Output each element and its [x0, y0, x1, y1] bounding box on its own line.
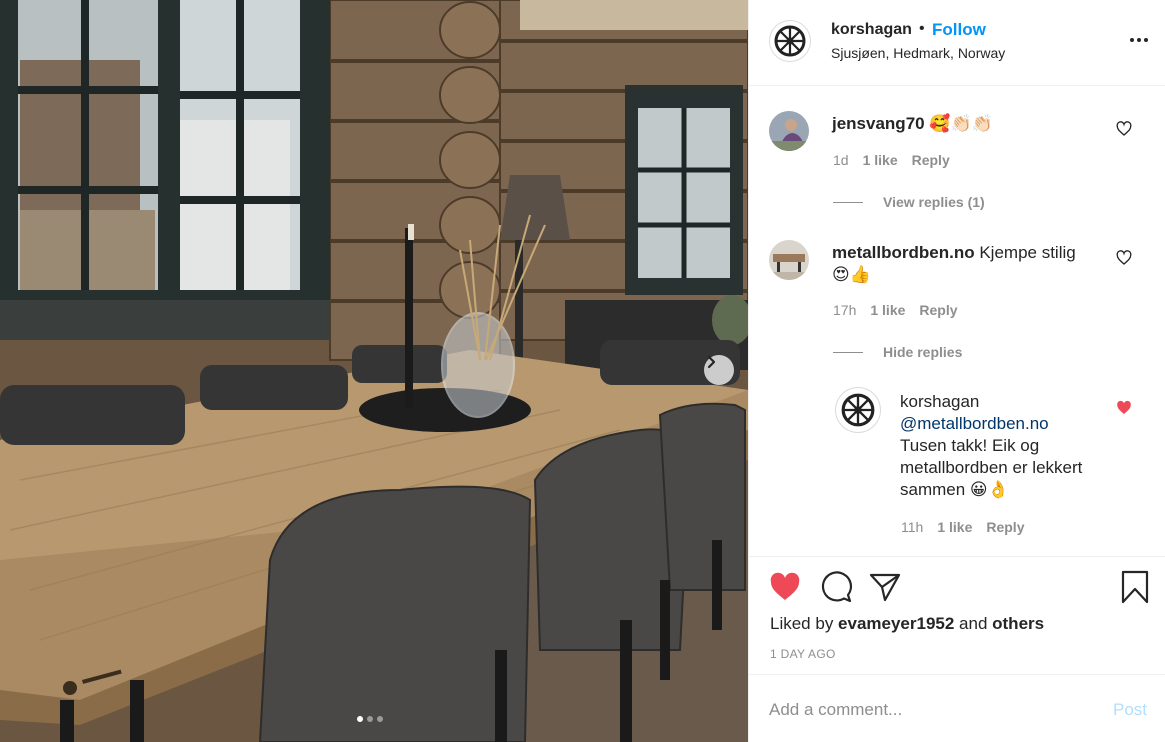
- comment-body-emoji: 😍👍: [832, 265, 871, 284]
- avatar[interactable]: [769, 111, 809, 151]
- share-icon[interactable]: [868, 570, 902, 604]
- comment-username[interactable]: jensvang70: [832, 114, 925, 133]
- header-separator: •: [919, 20, 925, 37]
- post-location[interactable]: Sjusjøen, Hedmark, Norway: [831, 45, 1005, 61]
- bookmark-icon[interactable]: [1118, 570, 1152, 604]
- more-options-icon[interactable]: [1127, 30, 1151, 50]
- comment-likes[interactable]: 1 like: [870, 302, 905, 318]
- heart-outline-icon[interactable]: [1116, 250, 1132, 266]
- post-photo[interactable]: [0, 0, 748, 742]
- post-comment-button[interactable]: Post: [1113, 700, 1147, 720]
- post-timestamp[interactable]: 1 DAY AGO: [770, 647, 836, 661]
- follow-button[interactable]: Follow: [932, 20, 986, 40]
- carousel-dot-active: [357, 716, 363, 722]
- comment-body: 🥰👏🏻👏🏻: [924, 114, 993, 133]
- comment-age: 1d: [833, 152, 849, 168]
- chevron-right-icon: [707, 355, 716, 369]
- comment-likes[interactable]: 1 like: [863, 152, 898, 168]
- add-comment-form: Post: [749, 674, 1165, 742]
- comment-text: jensvang70 🥰👏🏻👏🏻: [832, 113, 993, 135]
- dining-room-photo: [0, 0, 748, 742]
- liked-by-and: and: [954, 614, 993, 633]
- avatar[interactable]: [769, 20, 811, 62]
- carousel-indicator: [357, 716, 383, 722]
- view-replies-label: View replies (1): [883, 194, 985, 210]
- reply-button[interactable]: Reply: [986, 519, 1024, 535]
- divider: [833, 201, 863, 203]
- post-header: korshagan • Follow Sjusjøen, Hedmark, No…: [749, 0, 1165, 86]
- wagon-wheel-logo-icon: [841, 393, 875, 427]
- avatar[interactable]: [769, 240, 809, 280]
- reply-text: korshagan @metallbordben.no Tusen takk! …: [900, 391, 1082, 501]
- hide-replies-label: Hide replies: [883, 344, 963, 360]
- reply-likes[interactable]: 1 like: [937, 519, 972, 535]
- wagon-wheel-logo-icon: [774, 25, 806, 57]
- liked-by-others[interactable]: others: [992, 614, 1044, 633]
- comment-meta: 17h 1 like Reply: [833, 302, 958, 318]
- comment-meta: 1d 1 like Reply: [833, 152, 950, 168]
- liked-by-summary: Liked by evameyer1952 and others: [770, 614, 1044, 634]
- hide-replies-button[interactable]: Hide replies: [833, 344, 962, 360]
- heart-filled-icon[interactable]: [1116, 400, 1132, 416]
- reply-meta: 11h 1 like Reply: [901, 519, 1024, 535]
- comment-input[interactable]: [769, 697, 1089, 723]
- commenter-avatar-image: [769, 111, 809, 151]
- carousel-dot: [367, 716, 373, 722]
- avatar[interactable]: [835, 387, 881, 433]
- reply-button[interactable]: Reply: [919, 302, 957, 318]
- heart-filled-icon[interactable]: [768, 570, 802, 604]
- view-replies-button[interactable]: View replies (1): [833, 194, 985, 210]
- reply-body-line: metallbordben er lekkert: [900, 458, 1083, 477]
- carousel-next-button[interactable]: [704, 355, 734, 385]
- comment-icon[interactable]: [819, 570, 853, 604]
- divider: [833, 351, 863, 353]
- reply-body-line: sammen 😀👌: [900, 480, 1009, 499]
- liked-by-username[interactable]: evameyer1952: [838, 614, 954, 633]
- reply-body-line: Tusen takk! Eik og: [900, 436, 1040, 455]
- reply-age: 11h: [901, 519, 924, 535]
- comment-body: Kjempe stilig: [974, 243, 1076, 262]
- post-details-panel: korshagan • Follow Sjusjøen, Hedmark, No…: [748, 0, 1165, 742]
- reply-username[interactable]: korshagan: [900, 392, 979, 411]
- carousel-dot: [377, 716, 383, 722]
- liked-by-prefix: Liked by: [770, 614, 839, 633]
- comment-username[interactable]: metallbordben.no: [832, 243, 975, 262]
- heart-outline-icon[interactable]: [1116, 121, 1132, 137]
- mention-link[interactable]: @metallbordben.no: [900, 414, 1049, 433]
- comment-age: 17h: [833, 302, 857, 318]
- comment-text: metallbordben.no Kjempe stilig 😍👍: [832, 242, 1076, 286]
- commenter-avatar-image: [769, 240, 809, 280]
- reply-button[interactable]: Reply: [912, 152, 950, 168]
- post-actions: Liked by evameyer1952 and others 1 DAY A…: [749, 556, 1165, 674]
- post-author-username[interactable]: korshagan: [831, 21, 912, 39]
